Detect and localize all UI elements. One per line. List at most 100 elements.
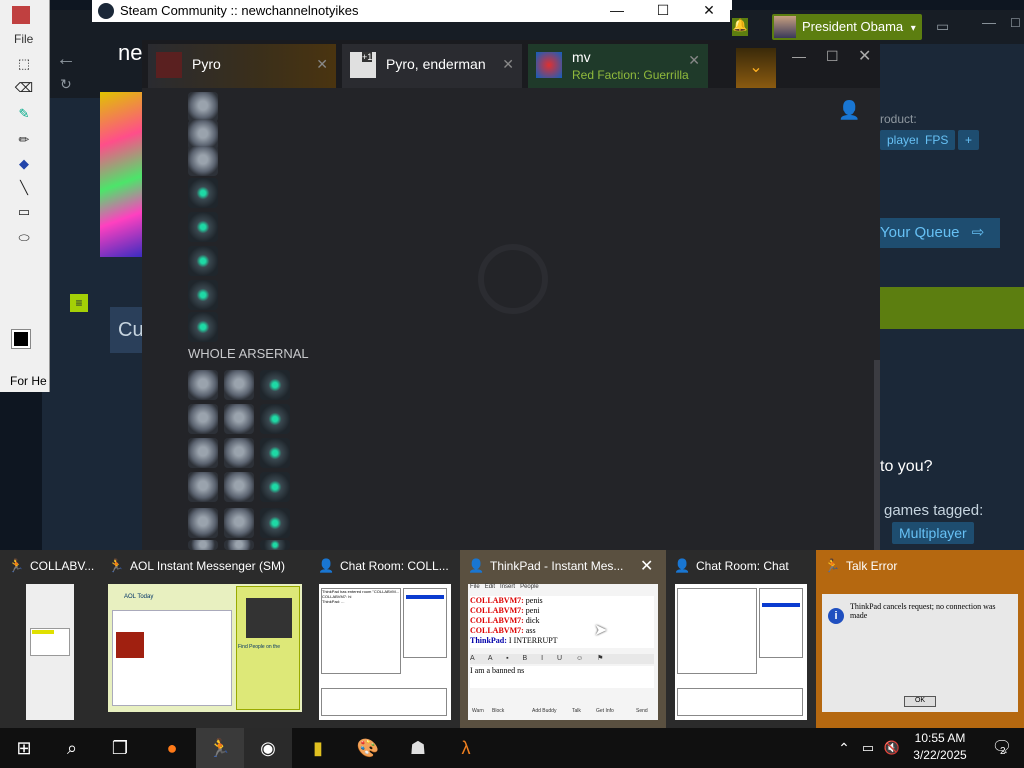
preview-chat-room-coll[interactable]: 👤 Chat Room: COLL... ThinkPad has entere… — [310, 550, 460, 728]
menu-insert[interactable]: Insert — [500, 584, 515, 590]
paint-taskbar-icon[interactable]: 🎨 — [344, 728, 392, 768]
send-button[interactable]: Send — [636, 708, 648, 714]
ok-button[interactable]: OK — [904, 696, 936, 707]
preview-thumbnail: AOL Today Find People on the — [108, 584, 302, 712]
color-swatch[interactable] — [11, 329, 31, 349]
close-button[interactable]: ✕ — [686, 0, 732, 22]
close-icon[interactable]: ✕ — [316, 44, 328, 84]
preview-title: Chat Room: COLL... — [340, 559, 449, 573]
eraser-icon[interactable]: ⌫ — [14, 78, 34, 98]
file-menu[interactable]: File — [14, 32, 33, 46]
preview-title: AOL Instant Messenger (SM) — [130, 559, 285, 573]
fill-icon[interactable]: ◆ — [14, 154, 34, 174]
aim-taskbar-icon[interactable]: 🏃 — [196, 728, 244, 768]
emoticon — [188, 212, 218, 242]
green-banner — [880, 287, 1024, 329]
your-queue-button[interactable]: Your Queue ⇨ — [880, 218, 1000, 248]
close-icon[interactable]: ✕ — [688, 44, 700, 80]
chat-tab-name: Pyro, enderman — [386, 56, 486, 72]
chat-tab-pyro[interactable]: Pyro ✕ — [148, 44, 336, 88]
chat-tab-mv[interactable]: mv Red Faction: Guerrilla ✕ — [528, 44, 708, 88]
close-icon[interactable]: ✕ — [502, 44, 514, 84]
im-input[interactable]: I am a banned ns — [470, 666, 654, 688]
tag-add[interactable]: + — [958, 130, 980, 150]
chat-scrollbar[interactable] — [874, 360, 880, 550]
minimize-button[interactable]: — — [594, 0, 640, 22]
tag-multiplayer[interactable]: Multiplayer — [892, 522, 974, 544]
ellipse-icon[interactable]: ⬭ — [14, 228, 34, 248]
im-line: ThinkPad: I INTERRUPT — [470, 636, 558, 645]
user-name: President Obama — [802, 19, 904, 34]
maximize-button[interactable]: ☐ — [640, 0, 686, 22]
menu-edit[interactable]: Edit — [485, 584, 495, 590]
chat-minimize-button[interactable]: — — [792, 48, 806, 64]
section-label: WHOLE ARSERNAL — [188, 346, 309, 361]
preview-aol[interactable]: 🏃 AOL Instant Messenger (SM) AOL Today F… — [100, 550, 310, 728]
chat-line: ThinkPad: ... — [322, 599, 345, 604]
close-icon[interactable]: ✕ — [640, 556, 653, 576]
tab-overflow-chevron-icon[interactable]: ⌄ — [736, 48, 776, 88]
loading-spinner — [478, 244, 548, 314]
chat-taskbar-icon[interactable]: ☗ — [394, 728, 442, 768]
user-menu-button[interactable]: President Obama ▾ — [772, 14, 922, 40]
chat-room-members — [403, 588, 447, 658]
im-log: COLLABVM7: penis COLLABVM7: peni COLLABV… — [470, 596, 654, 648]
menu-file[interactable]: File — [470, 584, 480, 590]
preview-thumbnail — [675, 584, 807, 720]
chat-room-log — [677, 588, 757, 674]
aol-image — [116, 632, 144, 658]
preview-thinkpad[interactable]: 👤 ThinkPad - Instant Mes... ✕ File Edit … — [460, 550, 666, 728]
paint-window: File ⬚ ⌫ ✎ ✏ ◆ ╲ ▭ ⬭ For He — [0, 0, 50, 392]
talk-button[interactable]: Talk — [572, 708, 581, 714]
steam-taskbar-icon[interactable]: ◉ — [244, 728, 292, 768]
avatar — [156, 52, 182, 78]
emoticon — [188, 438, 218, 468]
network-icon[interactable]: ▭ — [856, 728, 880, 768]
preview-collabv[interactable]: 🏃 COLLABV... — [0, 550, 100, 728]
chat-close-button[interactable]: ✕ — [858, 46, 871, 66]
preview-talk-error[interactable]: 🏃 Talk Error i ThinkPad cancels request;… — [816, 550, 1024, 728]
preview-chat-room-chat[interactable]: 👤 Chat Room: Chat — [666, 550, 816, 728]
chat-tab-pyro-enderman[interactable]: +1 Pyro, enderman ✕ — [342, 44, 522, 88]
pencil-icon[interactable]: ✏ — [14, 130, 34, 150]
get-info-button[interactable]: Get Info — [596, 708, 614, 714]
chevron-up-icon[interactable]: ⌃ — [832, 728, 856, 768]
monitor-icon[interactable]: ▭ — [936, 18, 949, 35]
emoticon — [188, 508, 218, 538]
chat-maximize-button[interactable]: ☐ — [826, 48, 839, 65]
game-thumbnail[interactable] — [100, 92, 142, 257]
task-view-icon[interactable]: ❐ — [96, 728, 144, 768]
tag-fps[interactable]: FPS — [918, 130, 956, 150]
steam-minimize-button[interactable]: — — [982, 14, 996, 30]
find-people-label: Find People on the — [238, 644, 280, 650]
firefox-icon[interactable]: ● — [148, 728, 196, 768]
group-count-badge: +1 — [362, 52, 373, 62]
add-buddy-button[interactable]: Add Buddy — [532, 708, 556, 714]
menu-people[interactable]: People — [520, 584, 539, 590]
refresh-icon[interactable]: ↻ — [60, 76, 72, 93]
select-icon[interactable]: ⬚ — [14, 54, 34, 74]
line-icon[interactable]: ╲ — [14, 178, 34, 198]
emoticon — [188, 404, 218, 434]
add-friend-icon[interactable]: 👤 — [838, 100, 860, 121]
preview-thumbnail: File Edit Insert People COLLABVM7: penis… — [468, 584, 658, 720]
block-button[interactable]: Block — [492, 708, 504, 714]
search-icon[interactable]: ⌕ — [48, 728, 96, 768]
menu-icon[interactable]: ≡ — [70, 294, 88, 312]
warn-button[interactable]: Warn — [472, 708, 484, 714]
chat-room-members — [759, 588, 803, 658]
windows-start-icon[interactable]: ⊞ — [0, 728, 48, 768]
steam-restore-button[interactable]: ☐ — [1010, 16, 1021, 30]
half-life-taskbar-icon[interactable]: λ — [442, 728, 490, 768]
app-taskbar-icon[interactable]: ▮ — [294, 728, 342, 768]
games-tagged-label: games tagged: — [884, 502, 984, 519]
preview-thumbnail — [26, 584, 74, 720]
rectangle-icon[interactable]: ▭ — [14, 202, 34, 222]
system-clock[interactable]: 10:55 AM 3/22/2025 — [900, 730, 980, 766]
notification-bell-icon[interactable]: 🔔 — [732, 18, 748, 36]
im-line: COLLABVM7: dick — [470, 616, 540, 625]
back-arrow-icon[interactable]: ← — [56, 48, 76, 71]
aol-today-label: AOL Today — [124, 594, 154, 600]
preview-title: COLLABV... — [30, 559, 95, 573]
color-picker-icon[interactable]: ✎ — [14, 104, 34, 124]
